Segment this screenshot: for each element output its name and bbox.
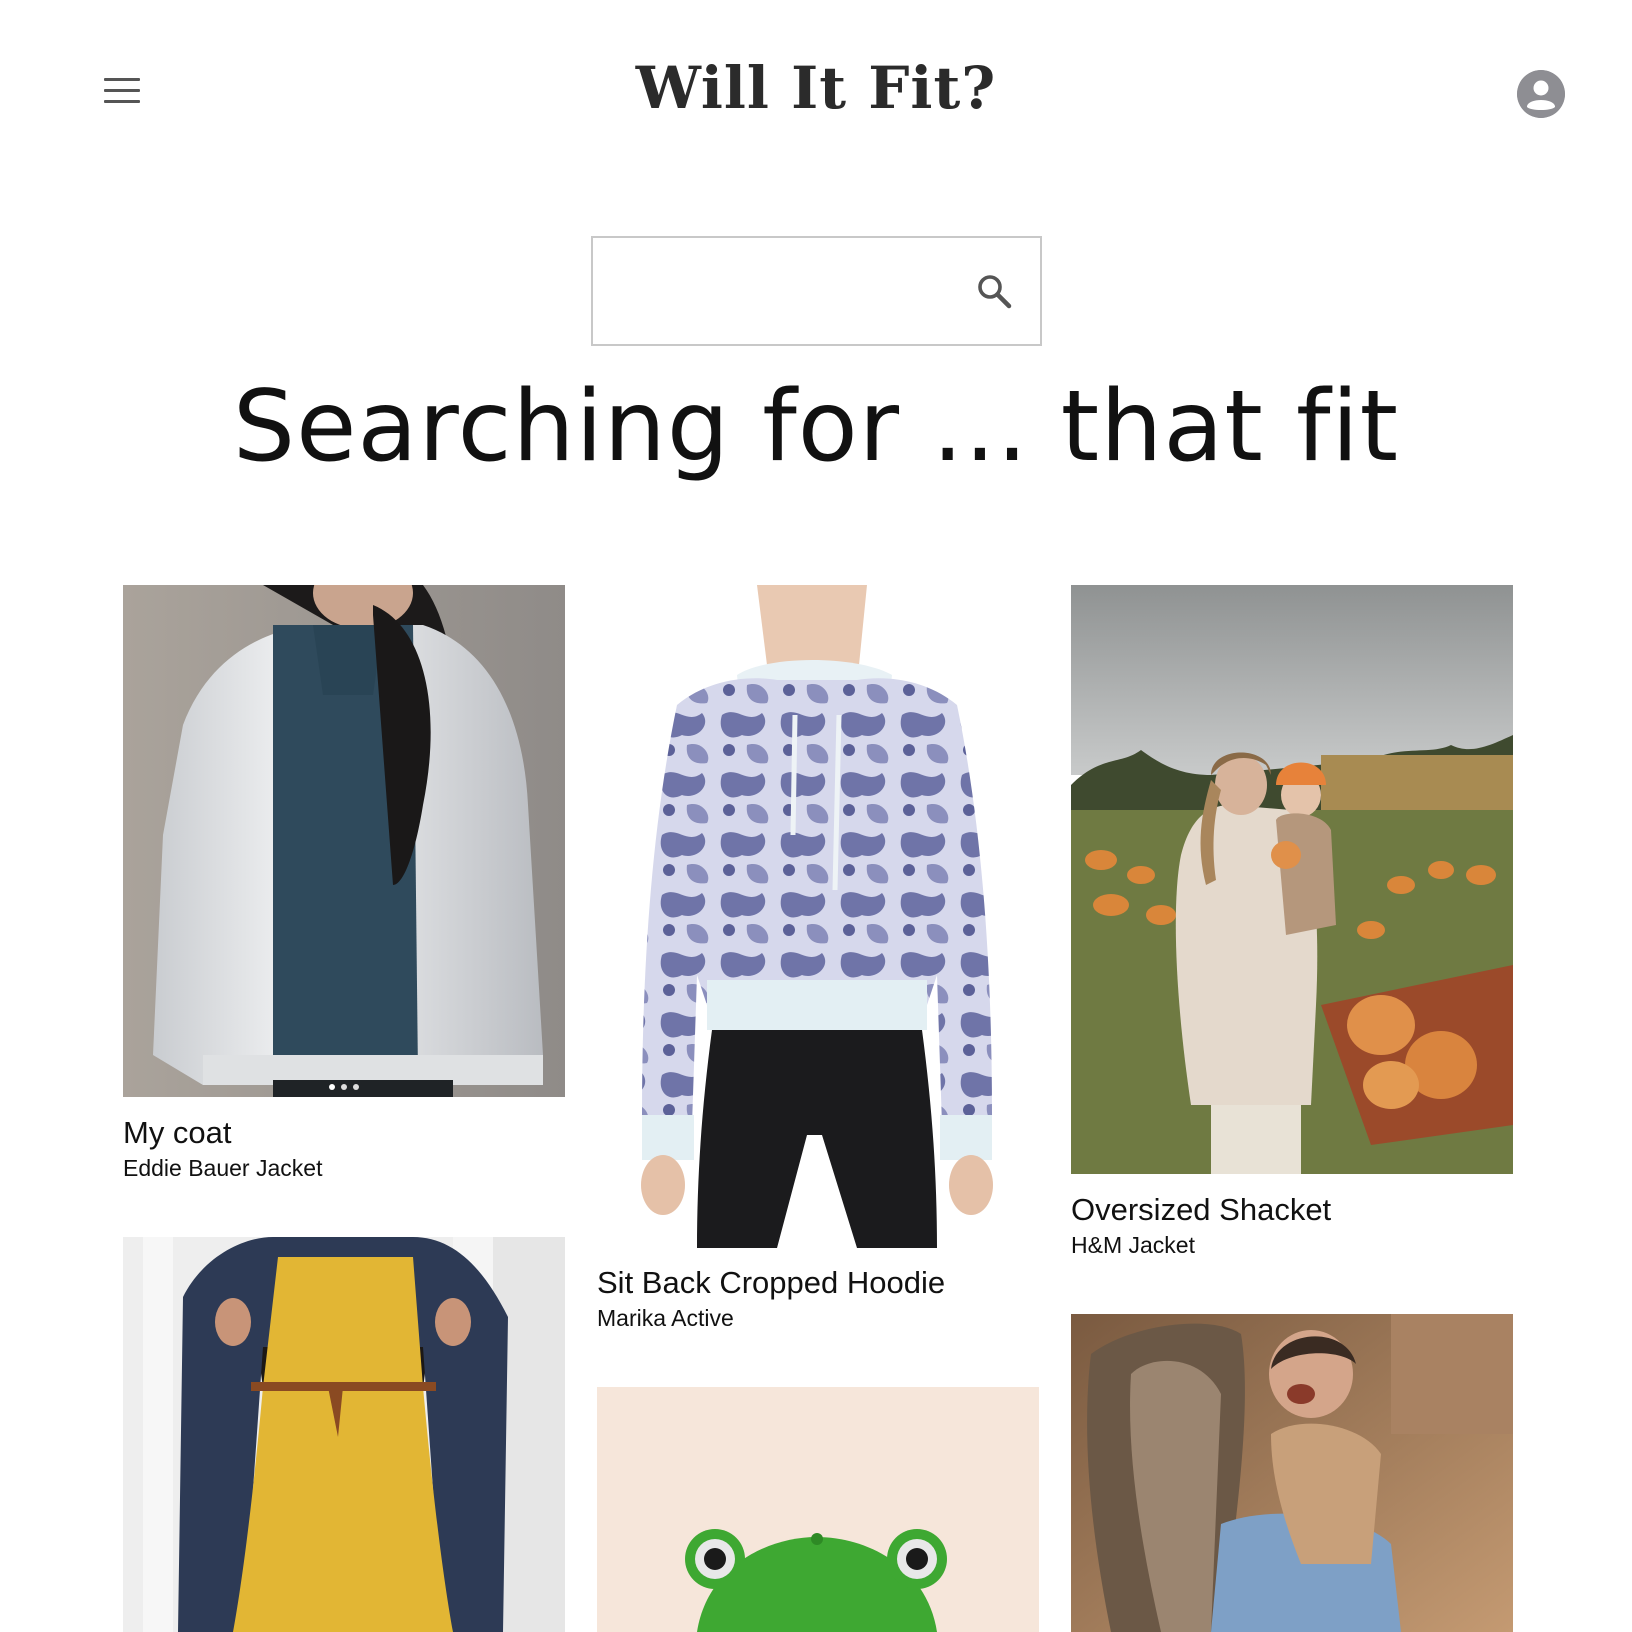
account-circle-icon: [1517, 70, 1565, 118]
carousel-dot[interactable]: [341, 1084, 347, 1090]
item-card-oversized-shacket[interactable]: Oversized Shacket H&M Jacket: [1071, 585, 1513, 1265]
item-title: My coat: [123, 1115, 232, 1150]
item-photo: [123, 585, 565, 1097]
carousel-dot[interactable]: [329, 1084, 335, 1090]
carousel-dot[interactable]: [353, 1084, 359, 1090]
page: Will It Fit? Searching for ... that fit: [0, 0, 1632, 1632]
search-box: [591, 236, 1042, 346]
item-card-4[interactable]: [123, 1237, 565, 1632]
item-card-5[interactable]: [597, 1387, 1039, 1632]
item-photo: [1071, 585, 1513, 1174]
item-photo: [597, 585, 1039, 1248]
search-icon: [978, 275, 1012, 309]
carousel-dots: [123, 1077, 565, 1095]
search-headline: Searching for ... that fit: [232, 370, 1400, 484]
search-button[interactable]: [971, 268, 1017, 314]
item-photo: [123, 1237, 565, 1632]
item-subtitle: Eddie Bauer Jacket: [123, 1155, 323, 1181]
search-input[interactable]: [607, 238, 971, 346]
item-photo: [597, 1387, 1039, 1632]
item-title: Oversized Shacket: [1071, 1192, 1332, 1227]
item-subtitle: H&M Jacket: [1071, 1232, 1195, 1258]
site-title[interactable]: Will It Fit?: [0, 54, 1632, 122]
item-photo: [1071, 1314, 1513, 1632]
item-card-sit-back-cropped-hoodie[interactable]: Sit Back Cropped Hoodie Marika Active: [597, 585, 1039, 1335]
account-button[interactable]: [1517, 70, 1565, 118]
item-card-6[interactable]: [1071, 1314, 1513, 1632]
item-card-my-coat[interactable]: My coat Eddie Bauer Jacket: [123, 585, 565, 1185]
item-title: Sit Back Cropped Hoodie: [597, 1265, 946, 1300]
item-subtitle: Marika Active: [597, 1305, 734, 1331]
